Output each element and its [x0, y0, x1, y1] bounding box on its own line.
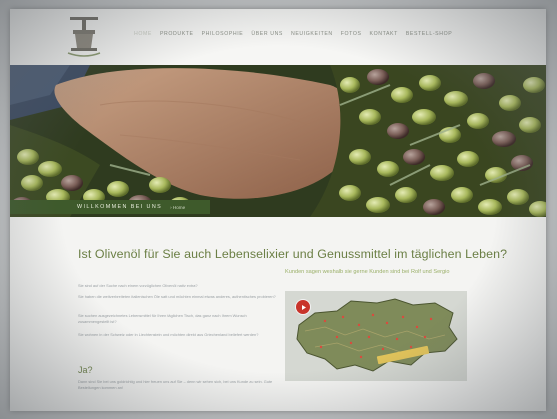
nav-item-neuigkeiten[interactable]: Neuigkeiten — [291, 31, 333, 37]
closing-paragraph: Dann sind Sie bei uns goldrichtig und hi… — [78, 379, 273, 390]
nav-item-produkte[interactable]: Produkte — [160, 31, 194, 37]
intro-paragraph-2: Sie haben die weitverbreiteten italienis… — [78, 294, 276, 299]
nav-item-bestell-shop[interactable]: Bestell-Shop — [406, 31, 452, 37]
intro-paragraph-4: Sie wohnen in der Schweiz oder in Liecht… — [78, 332, 259, 337]
main-navigation: Home Produkte Philosophie Über uns Neuig… — [134, 31, 460, 37]
play-icon — [301, 304, 306, 310]
intro-paragraph-1: Sie sind auf der Suche nach einem vorzüg… — [78, 283, 198, 288]
logo-icon[interactable] — [64, 15, 104, 59]
breadcrumb-home-link[interactable]: › Home — [170, 205, 185, 210]
nav-item-philosophie[interactable]: Philosophie — [202, 31, 244, 37]
testimonial-subhead: Kunden sagen weshalb sie gerne Kunden si… — [285, 269, 450, 275]
nav-item-fotos[interactable]: Fotos — [341, 31, 362, 37]
section-subtitle: Ja? — [78, 365, 93, 375]
nav-item-home[interactable]: Home — [134, 31, 152, 37]
hero-image — [10, 65, 546, 217]
page: Home Produkte Philosophie Über uns Neuig… — [10, 9, 546, 411]
site-header: Home Produkte Philosophie Über uns Neuig… — [10, 9, 546, 65]
play-button[interactable] — [295, 299, 311, 315]
switzerland-map-icon — [285, 291, 467, 381]
olive-harvest-photo — [10, 65, 546, 217]
welcome-text: Willkommen bei uns — [77, 204, 163, 210]
welcome-banner: Willkommen bei uns › Home — [10, 200, 210, 214]
nav-item-kontakt[interactable]: Kontakt — [370, 31, 398, 37]
intro-paragraph-3: Sie suchen ausgezeichnetes Lebensmittel … — [78, 313, 247, 324]
nav-item-ueber-uns[interactable]: Über uns — [251, 31, 283, 37]
page-headline: Ist Olivenöl für Sie auch Lebenselixier … — [78, 247, 508, 261]
customer-map-video[interactable] — [285, 291, 467, 381]
